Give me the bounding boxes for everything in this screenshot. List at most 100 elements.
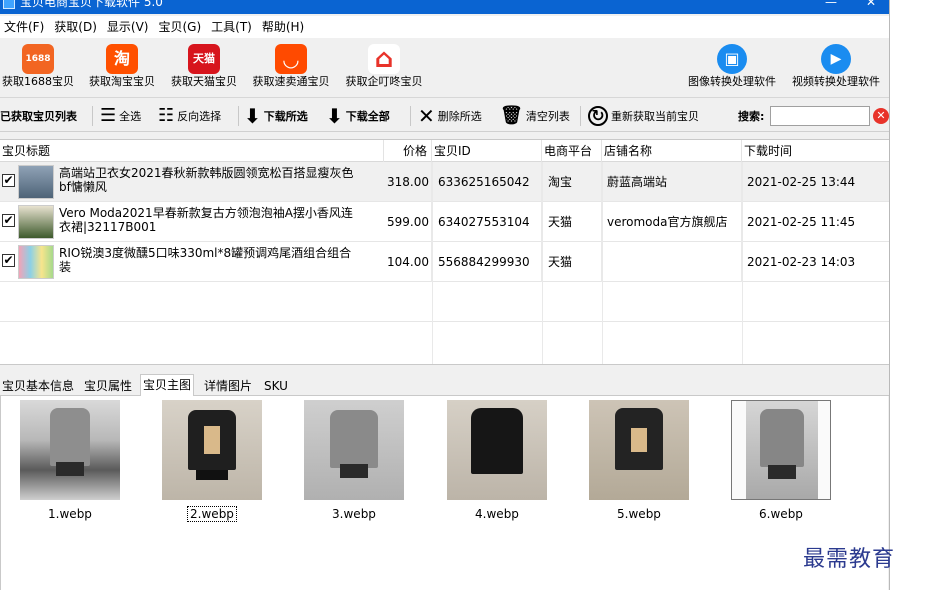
download-all-button[interactable]: ⬇ 下载全部 [326, 104, 390, 128]
tab-sku[interactable]: SKU [262, 376, 290, 396]
search-input[interactable] [770, 106, 870, 126]
aliexpress-icon: ◡ [275, 44, 307, 74]
table-row[interactable]: ✔ RIO锐澳3度微醺5口味330ml*8罐预调鸡尾酒组合组合装 104.00 … [0, 242, 889, 282]
row-shop: veromoda官方旗舰店 [607, 202, 742, 242]
menu-file[interactable]: 文件(F) [0, 16, 50, 38]
product-thumbnail [18, 165, 54, 199]
column-divider [432, 162, 433, 364]
invert-label: 反向选择 [177, 110, 222, 123]
fetch-taobao-button[interactable]: 淘 获取淘宝宝贝 [84, 44, 160, 89]
row-checkbox[interactable]: ✔ [2, 214, 15, 227]
row-platform: 天猫 [548, 242, 602, 282]
gallery-image [304, 400, 404, 500]
download-all-icon: ⬇ [326, 104, 343, 128]
table-row[interactable]: ✔ Vero Moda2021早春新款复古方领泡泡袖A摆小香风连衣裙|32117… [0, 202, 889, 242]
trash-icon: 🗑 [500, 105, 523, 126]
col-id-header[interactable]: 宝贝ID [432, 140, 542, 162]
toolbar-separator [238, 106, 239, 126]
tab-attributes[interactable]: 宝贝属性 [82, 376, 134, 396]
product-thumbnail [18, 205, 54, 239]
row-time: 2021-02-25 11:45 [747, 215, 856, 229]
gallery-image [447, 400, 547, 500]
select-all-label: 全选 [119, 110, 142, 123]
app-window: 宝贝电商宝贝下载软件 5.0 — ✕ 文件(F) 获取(D) 显示(V) 宝贝(… [0, 0, 890, 590]
empty-row [0, 322, 889, 364]
row-price: 318.00 [384, 162, 432, 202]
row-price: 104.00 [384, 242, 432, 282]
fetch-qidingdong-label: 获取企叮咚宝贝 [345, 75, 423, 88]
search-label: 搜索: [738, 110, 765, 123]
gallery-item[interactable]: 1.webp [20, 400, 120, 521]
row-checkbox[interactable]: ✔ [2, 254, 15, 267]
col-time-header[interactable]: 下载时间 [742, 140, 889, 162]
image-converter-button[interactable]: ▣ 图像转换处理软件 [682, 44, 782, 89]
fetch-tmall-label: 获取天猫宝贝 [171, 75, 237, 88]
fetch-1688-button[interactable]: 1688 获取1688宝贝 [0, 44, 76, 89]
delete-selected-button[interactable]: ✕ 删除所选 [418, 104, 482, 128]
product-thumbnail [18, 245, 54, 279]
image-gallery: 1.webp 2.webp 3.webp 4.webp 5.webp 6.web… [0, 396, 888, 590]
item-table: 宝贝标题 价格 宝贝ID 电商平台 店铺名称 下载时间 ✔ 高端站卫衣女2021… [0, 139, 889, 365]
gallery-image [20, 400, 120, 500]
table-header: 宝贝标题 价格 宝贝ID 电商平台 店铺名称 下载时间 [0, 140, 889, 162]
refetch-button[interactable]: ↻ 重新获取当前宝贝 [588, 104, 699, 128]
col-platform-header[interactable]: 电商平台 [542, 140, 602, 162]
toolbar-separator [92, 106, 93, 126]
table-row[interactable]: ✔ 高端站卫衣女2021春秋新款韩版圆领宽松百搭显瘦灰色bf慵懒风 318.00… [0, 162, 889, 202]
menu-item[interactable]: 宝贝(G) [154, 16, 207, 38]
menu-view[interactable]: 显示(V) [103, 16, 155, 38]
clear-list-button[interactable]: 🗑 清空列表 [500, 104, 570, 128]
download-all-label: 下载全部 [345, 110, 390, 123]
big-toolbar: 1688 获取1688宝贝 淘 获取淘宝宝贝 天猫 获取天猫宝贝 ◡ 获取速卖通… [0, 38, 889, 98]
col-price-header[interactable]: 价格 [384, 140, 432, 162]
image-filename: 2.webp [187, 506, 237, 522]
tab-main-images[interactable]: 宝贝主图 [140, 374, 195, 397]
tab-basic-info[interactable]: 宝贝基本信息 [0, 376, 76, 396]
empty-row [0, 282, 889, 322]
column-divider [602, 162, 603, 364]
column-divider [542, 162, 543, 364]
row-id: 634027553104 [438, 202, 542, 242]
title-bar: 宝贝电商宝贝下载软件 5.0 — ✕ [0, 0, 889, 14]
row-title: 高端站卫衣女2021春秋新款韩版圆领宽松百搭显瘦灰色bf慵懒风 [59, 166, 354, 194]
image-filename: 5.webp [617, 507, 661, 521]
menu-bar: 文件(F) 获取(D) 显示(V) 宝贝(G) 工具(T) 帮助(H) [0, 16, 889, 38]
col-shop-header[interactable]: 店铺名称 [602, 140, 742, 162]
fetch-qidingdong-button[interactable]: ⌂ 获取企叮咚宝贝 [340, 44, 428, 89]
row-id: 633625165042 [438, 162, 542, 202]
row-shop: 蔚蓝高端站 [607, 162, 742, 202]
image-filename: 4.webp [475, 507, 519, 521]
fetch-tmall-button[interactable]: 天猫 获取天猫宝贝 [166, 44, 242, 89]
row-time: 2021-02-23 14:03 [747, 255, 856, 269]
gallery-item[interactable]: 6.webp [731, 400, 831, 521]
row-platform: 淘宝 [548, 162, 602, 202]
minimize-button[interactable]: — [816, 0, 846, 10]
gallery-item[interactable]: 3.webp [304, 400, 404, 521]
toolbar-separator [580, 106, 581, 126]
download-selected-button[interactable]: ⬇ 下载所选 [244, 104, 308, 128]
refetch-label: 重新获取当前宝贝 [611, 110, 699, 123]
menu-help[interactable]: 帮助(H) [258, 16, 310, 38]
col-title-header[interactable]: 宝贝标题 [0, 140, 384, 162]
tab-detail-images[interactable]: 详情图片 [202, 376, 254, 396]
clear-search-icon[interactable]: ✕ [873, 108, 889, 124]
close-window-button[interactable]: ✕ [856, 0, 886, 10]
row-checkbox[interactable]: ✔ [2, 174, 15, 187]
row-title: Vero Moda2021早春新款复古方领泡泡袖A摆小香风连衣裙|32117B0… [59, 206, 353, 234]
fetch-aliexpress-button[interactable]: ◡ 获取速卖通宝贝 [247, 44, 335, 89]
gallery-item[interactable]: 2.webp [162, 400, 262, 522]
menu-tools[interactable]: 工具(T) [207, 16, 258, 38]
taobao-icon: 淘 [106, 44, 138, 74]
video-icon: ▶ [821, 44, 851, 74]
select-all-button[interactable]: ☰ 全选 [100, 104, 141, 128]
gallery-item[interactable]: 5.webp [589, 400, 689, 521]
column-divider [742, 162, 743, 364]
row-shop [607, 242, 742, 282]
video-converter-button[interactable]: ▶ 视频转换处理软件 [786, 44, 886, 89]
gallery-image [589, 400, 689, 500]
gallery-item[interactable]: 4.webp [447, 400, 547, 521]
menu-fetch[interactable]: 获取(D) [50, 16, 103, 38]
detail-tabs: 宝贝基本信息 宝贝属性 宝贝主图 详情图片 SKU [0, 374, 889, 397]
invert-selection-button[interactable]: ☷ 反向选择 [158, 104, 221, 128]
row-price: 599.00 [384, 202, 432, 242]
